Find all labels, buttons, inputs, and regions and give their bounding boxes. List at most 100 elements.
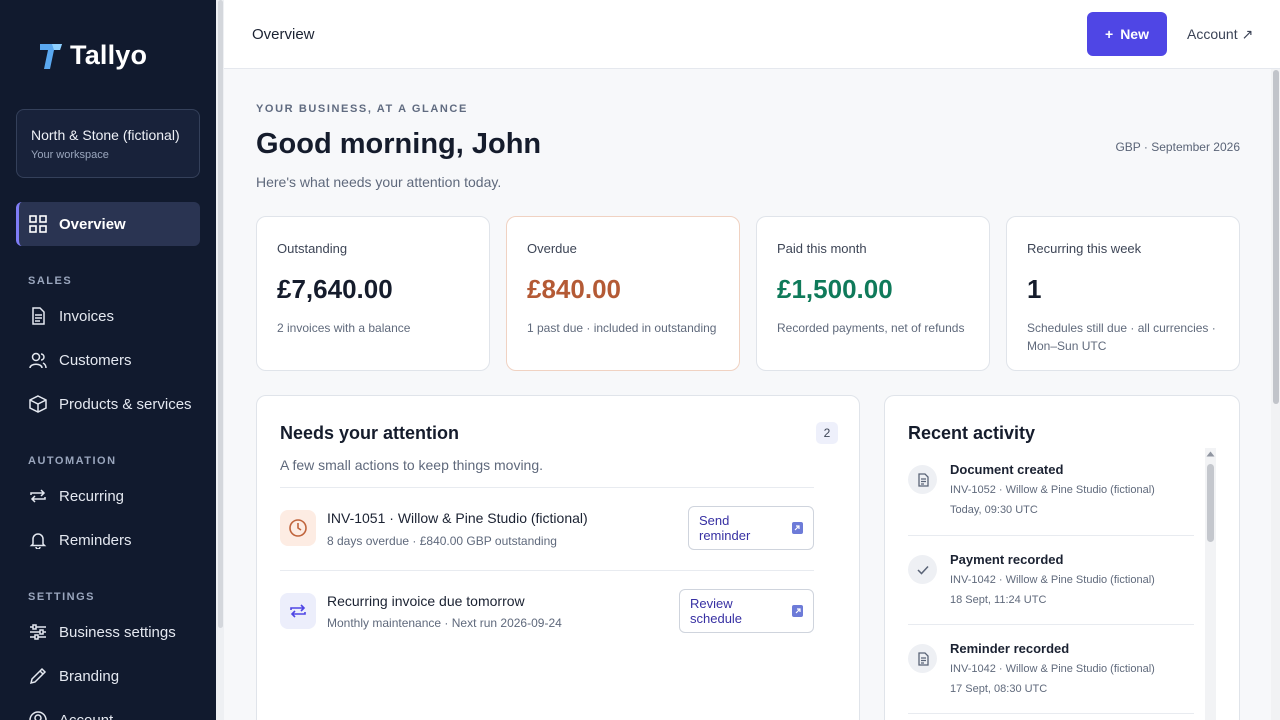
box-icon — [28, 394, 48, 414]
attention-title: Needs your attention — [280, 423, 460, 443]
sidebar-item-label: Overview — [59, 215, 126, 233]
activity-title: Document created — [950, 462, 1064, 477]
bell-icon — [28, 530, 48, 550]
send-reminder-button[interactable]: Send reminder — [688, 506, 814, 550]
kpi-label: Recurring this week — [1027, 241, 1142, 256]
kpi-value: £1,500.00 — [777, 274, 893, 304]
sliders-icon — [28, 622, 48, 642]
sidebar-item-label: Products & services — [59, 395, 192, 413]
sidebar: Tallyo North & Stone (fictional) Your wo… — [0, 0, 216, 720]
activity-detail: INV-1052 · Willow & Pine Studio (fiction… — [950, 484, 1155, 496]
workspace-switcher[interactable]: North & Stone (fictional) Your workspace — [16, 109, 200, 178]
button-label: Review schedule — [690, 596, 743, 626]
kpi-note: 2 invoices with a balance — [277, 321, 411, 335]
sidebar-scrollbar-thumb[interactable] — [218, 0, 223, 628]
greeting-subline: Here's what needs your attention today. — [256, 174, 502, 190]
new-button-label: New — [1120, 26, 1149, 42]
activity-scrollbar-thumb[interactable] — [1207, 464, 1214, 542]
sidebar-item-recurring[interactable]: Recurring — [16, 474, 200, 518]
sidebar-item-label: Branding — [59, 667, 120, 685]
sidebar-item-business-settings[interactable]: Business settings — [16, 610, 200, 654]
activity-timestamp: Today, 09:30 UTC — [950, 504, 1038, 516]
sidebar-item-label: Business settings — [59, 623, 176, 641]
activity-title: Payment recorded — [950, 552, 1064, 567]
repeat-icon — [280, 593, 316, 629]
external-link-icon — [792, 605, 803, 617]
repeat-icon — [28, 486, 48, 506]
check-icon — [908, 555, 937, 584]
activity-timestamp: 17 Sept, 08:30 UTC — [950, 683, 1048, 695]
recent-activity-panel: Recent activity Document created INV-105… — [884, 395, 1240, 720]
activity-detail: INV-1042 · Willow & Pine Studio (fiction… — [950, 663, 1155, 675]
sidebar-item-label: Customers — [59, 351, 132, 369]
activity-title: Reminder recorded — [950, 641, 1070, 656]
attention-panel: Needs your attention 2 A few small actio… — [256, 395, 860, 720]
nav-section-sales: SALES — [28, 275, 73, 287]
activity-detail: INV-1042 · Willow & Pine Studio (fiction… — [950, 574, 1155, 586]
kpi-outstanding[interactable]: Outstanding £7,640.00 2 invoices with a … — [256, 216, 490, 371]
button-label: Send reminder — [699, 513, 751, 543]
document-icon — [908, 465, 937, 494]
page-title: Overview — [252, 26, 315, 43]
kpi-value: 1 — [1027, 274, 1042, 304]
app-logo[interactable]: Tallyo — [38, 40, 147, 71]
sidebar-item-label: Reminders — [59, 531, 132, 549]
sidebar-item-invoices[interactable]: Invoices — [16, 294, 200, 338]
external-link-icon — [791, 522, 803, 534]
review-schedule-button[interactable]: Review schedule — [679, 589, 814, 633]
kpi-label: Outstanding — [277, 241, 348, 256]
nav-section-settings: SETTINGS — [28, 591, 96, 603]
workspace-name: North & Stone (fictional) — [31, 127, 180, 143]
sidebar-item-products[interactable]: Products & services — [16, 382, 200, 426]
kpi-value: £840.00 — [527, 274, 621, 304]
document-icon — [28, 306, 48, 326]
account-link[interactable]: Account ↗ — [1187, 26, 1253, 43]
document-icon — [908, 644, 937, 673]
sidebar-item-label: Recurring — [59, 487, 125, 505]
currency-period: GBP · September 2026 — [1115, 140, 1240, 154]
task-subtitle: Monthly maintenance · Next run 2026-09-2… — [327, 616, 562, 630]
attention-subtitle: A few small actions to keep things movin… — [280, 457, 544, 473]
attention-count-badge: 2 — [816, 422, 838, 444]
grid-icon — [28, 214, 48, 234]
sidebar-item-customers[interactable]: Customers — [16, 338, 200, 382]
task-title: INV-1051 · Willow & Pine Studio (fiction… — [327, 510, 588, 526]
eyebrow-label: YOUR BUSINESS, AT A GLANCE — [256, 103, 468, 115]
kpi-paid-this-month[interactable]: Paid this month £1,500.00 Recorded payme… — [756, 216, 990, 371]
activity-timestamp: 18 Sept, 11:24 UTC — [950, 594, 1047, 606]
new-button[interactable]: + New — [1087, 12, 1167, 56]
kpi-label: Overdue — [527, 241, 577, 256]
scroll-up-arrow-icon[interactable] — [1205, 448, 1216, 460]
top-bar: Overview + New Account ↗ — [224, 0, 1280, 69]
sidebar-item-label: Account — [59, 711, 114, 720]
kpi-value: £7,640.00 — [277, 274, 393, 304]
tallyo-logo-icon — [40, 43, 62, 69]
kpi-note: Recorded payments, net of refunds — [777, 321, 965, 335]
pencil-icon — [28, 666, 48, 686]
sidebar-item-account[interactable]: Account — [16, 698, 200, 720]
recent-activity-title: Recent activity — [908, 423, 1036, 443]
task-title: Recurring invoice due tomorrow — [327, 593, 525, 609]
divider — [908, 624, 1194, 625]
greeting-heading: Good morning, John — [256, 128, 542, 160]
divider — [280, 570, 814, 571]
task-subtitle: 8 days overdue · £840.00 GBP outstanding — [327, 534, 557, 548]
kpi-note: Schedules still due · all currencies · M… — [1027, 321, 1216, 353]
sidebar-item-branding[interactable]: Branding — [16, 654, 200, 698]
workspace-sub: Your workspace — [31, 149, 109, 161]
main-scrollbar-thumb[interactable] — [1273, 70, 1279, 404]
user-circle-icon — [28, 710, 48, 720]
divider — [280, 487, 814, 488]
kpi-note: 1 past due · included in outstanding — [527, 321, 717, 335]
kpi-recurring-this-week[interactable]: Recurring this week 1 Schedules still du… — [1006, 216, 1240, 371]
sidebar-item-overview[interactable]: Overview — [16, 202, 200, 246]
sidebar-item-label: Invoices — [59, 307, 115, 325]
divider — [908, 713, 1194, 714]
divider — [908, 535, 1194, 536]
kpi-label: Paid this month — [777, 241, 867, 256]
kpi-overdue[interactable]: Overdue £840.00 1 past due · included in… — [506, 216, 740, 371]
app-name: Tallyo — [70, 40, 148, 70]
plus-icon: + — [1105, 26, 1114, 42]
sidebar-item-reminders[interactable]: Reminders — [16, 518, 200, 562]
clock-icon — [280, 510, 316, 546]
